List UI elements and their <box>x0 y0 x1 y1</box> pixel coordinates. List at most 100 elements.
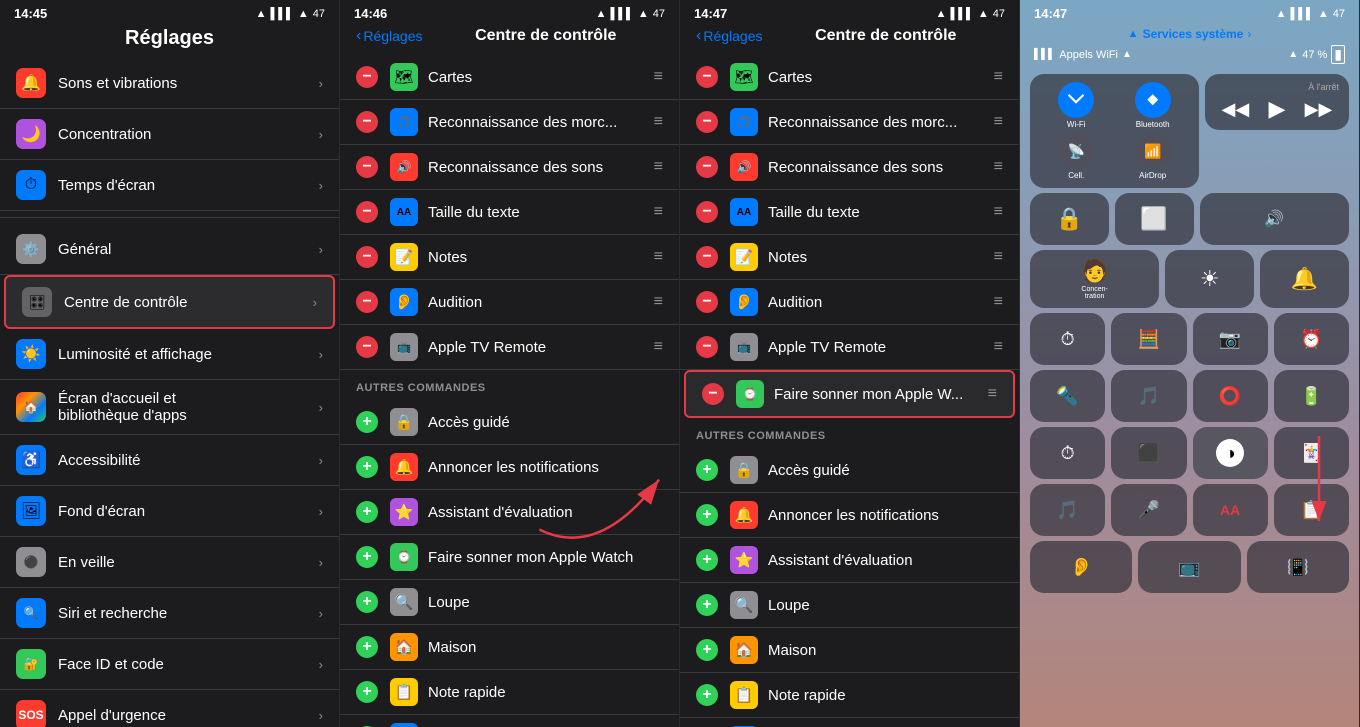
cc-item-audition-1[interactable]: − 👂 Audition ≡ <box>340 280 679 325</box>
cc-item-faire-sonner-1[interactable]: + ⌚ Faire sonner mon Apple Watch <box>340 535 679 580</box>
recon-sons-drag-2[interactable]: ≡ <box>994 158 1003 176</box>
remove-recon-sons-1[interactable]: − <box>356 156 378 178</box>
cc-item-loupe-2[interactable]: + 🔍 Loupe <box>680 583 1019 628</box>
cc-item-annoncer-2[interactable]: + 🔔 Annoncer les notifications <box>680 493 1019 538</box>
calc-btn[interactable]: 🧮 <box>1111 313 1186 365</box>
textsize-btn[interactable]: AA <box>1193 484 1268 536</box>
settings-item-luminosite[interactable]: ☀️ Luminosité et affichage › <box>0 329 339 380</box>
remove-appletv-2[interactable]: − <box>696 336 718 358</box>
battery-btn[interactable]: 🔋 <box>1274 370 1349 422</box>
remove-taille-2[interactable]: − <box>696 201 718 223</box>
quicknote-btn[interactable]: 📋 <box>1274 484 1349 536</box>
settings-item-concentration[interactable]: 🌙 Concentration › <box>0 109 339 160</box>
remove-audition-1[interactable]: − <box>356 291 378 313</box>
voice-btn[interactable]: 🎤 <box>1111 484 1186 536</box>
cc-item-raccourcis-1[interactable]: + ♿ Raccourcis d'accessibilité <box>340 715 679 727</box>
settings-item-ecran[interactable]: 🏠 Écran d'accueil et bibliothèque d'apps… <box>0 380 339 435</box>
bluetooth-toggle[interactable]: ⬥ Bluetooth <box>1116 82 1188 129</box>
audition-drag-2[interactable]: ≡ <box>994 293 1003 311</box>
appletv-drag-2[interactable]: ≡ <box>994 338 1003 356</box>
settings-item-sons[interactable]: 🔔 Sons et vibrations › <box>0 58 339 109</box>
add-acces-2[interactable]: + <box>696 459 718 481</box>
cc-item-appletv-1[interactable]: − 📺 Apple TV Remote ≡ <box>340 325 679 370</box>
remove-taille-1[interactable]: − <box>356 201 378 223</box>
add-faire-sonner-1[interactable]: + <box>356 546 378 568</box>
cartes-drag-1[interactable]: ≡ <box>654 68 663 86</box>
settings-item-siri[interactable]: 🔍 Siri et recherche › <box>0 588 339 639</box>
faire-sonner-drag-2[interactable]: ≡ <box>988 385 997 403</box>
cc-item-faire-sonner-2[interactable]: − ⌚ Faire sonner mon Apple W... ≡ <box>684 370 1015 418</box>
add-loupe-1[interactable]: + <box>356 591 378 613</box>
wifi-toggle[interactable]: Wi-Fi <box>1040 82 1112 129</box>
cc-item-acces-2[interactable]: + 🔒 Accès guidé <box>680 448 1019 493</box>
remove-audition-2[interactable]: − <box>696 291 718 313</box>
add-annoncer-1[interactable]: + <box>356 456 378 478</box>
services-system-label[interactable]: Services système <box>1143 27 1244 41</box>
notes-drag-2[interactable]: ≡ <box>994 248 1003 266</box>
settings-item-veille[interactable]: ⚫ En veille › <box>0 537 339 588</box>
cc-item-taille-1[interactable]: − AA Taille du texte ≡ <box>340 190 679 235</box>
cc-item-loupe-1[interactable]: + 🔍 Loupe <box>340 580 679 625</box>
add-assistant-2[interactable]: + <box>696 549 718 571</box>
qr-btn[interactable]: ⬛ <box>1111 427 1186 479</box>
cc-item-recon-sons-1[interactable]: − 🔊 Reconnaissance des sons ≡ <box>340 145 679 190</box>
back-button-1[interactable]: ‹ Réglages <box>356 27 422 45</box>
taille-drag-2[interactable]: ≡ <box>994 203 1003 221</box>
remove-recon-sons-2[interactable]: − <box>696 156 718 178</box>
sound-rec-btn[interactable]: 🎵 <box>1111 370 1186 422</box>
remove-notes-1[interactable]: − <box>356 246 378 268</box>
cc-item-audition-2[interactable]: − 👂 Audition ≡ <box>680 280 1019 325</box>
stopwatch-btn[interactable]: ⏱ <box>1030 427 1105 479</box>
remove-cartes-1[interactable]: − <box>356 66 378 88</box>
cc-item-acces-1[interactable]: + 🔒 Accès guidé <box>340 400 679 445</box>
cc-item-notes-2[interactable]: − 📝 Notes ≡ <box>680 235 1019 280</box>
cc-item-recon-sons-2[interactable]: − 🔊 Reconnaissance des sons ≡ <box>680 145 1019 190</box>
mute-btn[interactable]: 🔔 <box>1260 250 1349 308</box>
cartes-drag-2[interactable]: ≡ <box>994 68 1003 86</box>
cc-item-notes-1[interactable]: − 📝 Notes ≡ <box>340 235 679 280</box>
cc-item-cartes-2[interactable]: − 🗺 Cartes ≡ <box>680 55 1019 100</box>
cc-item-taille-2[interactable]: − AA Taille du texte ≡ <box>680 190 1019 235</box>
cc-item-maison-1[interactable]: + 🏠 Maison <box>340 625 679 670</box>
settings-item-general[interactable]: ⚙️ Général › <box>0 224 339 275</box>
taille-drag-1[interactable]: ≡ <box>654 203 663 221</box>
media-next-btn[interactable]: ▶▶ <box>1305 99 1333 120</box>
cc-item-recon-morc-2[interactable]: − 🎵 Reconnaissance des morc... ≡ <box>680 100 1019 145</box>
notes-drag-1[interactable]: ≡ <box>654 248 663 266</box>
settings-item-urgence[interactable]: SOS Appel d'urgence › <box>0 690 339 727</box>
settings-item-faceid[interactable]: 🔐 Face ID et code › <box>0 639 339 690</box>
brightness-btn[interactable]: ☀ <box>1165 250 1254 308</box>
settings-item-accessibilite[interactable]: ♿ Accessibilité › <box>0 435 339 486</box>
cc-item-assistant-1[interactable]: + ⭐ Assistant d'évaluation <box>340 490 679 535</box>
add-note-rapide-1[interactable]: + <box>356 681 378 703</box>
add-loupe-2[interactable]: + <box>696 594 718 616</box>
remove-recon-morc-1[interactable]: − <box>356 111 378 133</box>
cc-item-appletv-2[interactable]: − 📺 Apple TV Remote ≡ <box>680 325 1019 370</box>
cc-item-cartes-1[interactable]: − 🗺 Cartes ≡ <box>340 55 679 100</box>
hearing-btn[interactable]: 👂 <box>1030 541 1132 593</box>
timer-btn[interactable]: ⏱ <box>1030 313 1105 365</box>
airdrop-toggle[interactable]: 📶 AirDrop <box>1116 133 1188 180</box>
media-play-btn[interactable]: ▶ <box>1268 96 1285 122</box>
remove-notes-2[interactable]: − <box>696 246 718 268</box>
darkmode-btn[interactable]: ◑ <box>1193 427 1268 479</box>
cc-item-note-rapide-1[interactable]: + 📋 Note rapide <box>340 670 679 715</box>
remove-cartes-2[interactable]: − <box>696 66 718 88</box>
vibrate-btn[interactable]: 📳 <box>1247 541 1349 593</box>
recon-morc-drag-1[interactable]: ≡ <box>654 113 663 131</box>
add-annoncer-2[interactable]: + <box>696 504 718 526</box>
cc-item-maison-2[interactable]: + 🏠 Maison <box>680 628 1019 673</box>
cc-item-annoncer-1[interactable]: + 🔔 Annoncer les notifications <box>340 445 679 490</box>
remove-appletv-1[interactable]: − <box>356 336 378 358</box>
back-button-2[interactable]: ‹ Réglages <box>696 27 762 45</box>
wallet-btn[interactable]: 🃏 <box>1274 427 1349 479</box>
settings-item-centre[interactable]: 🎛 Centre de contrôle › <box>4 275 335 329</box>
add-acces-1[interactable]: + <box>356 411 378 433</box>
lock-rotation-btn[interactable]: 🔒 <box>1030 193 1109 245</box>
settings-item-fond[interactable]: 🖼 Fond d'écran › <box>0 486 339 537</box>
cc-item-recon-morc-1[interactable]: − 🎵 Reconnaissance des morc... ≡ <box>340 100 679 145</box>
concentration-btn[interactable]: 🧑 Concen-tration <box>1030 250 1159 308</box>
shazam-btn[interactable]: 🎵 <box>1030 484 1105 536</box>
add-assistant-1[interactable]: + <box>356 501 378 523</box>
appletv-drag-1[interactable]: ≡ <box>654 338 663 356</box>
